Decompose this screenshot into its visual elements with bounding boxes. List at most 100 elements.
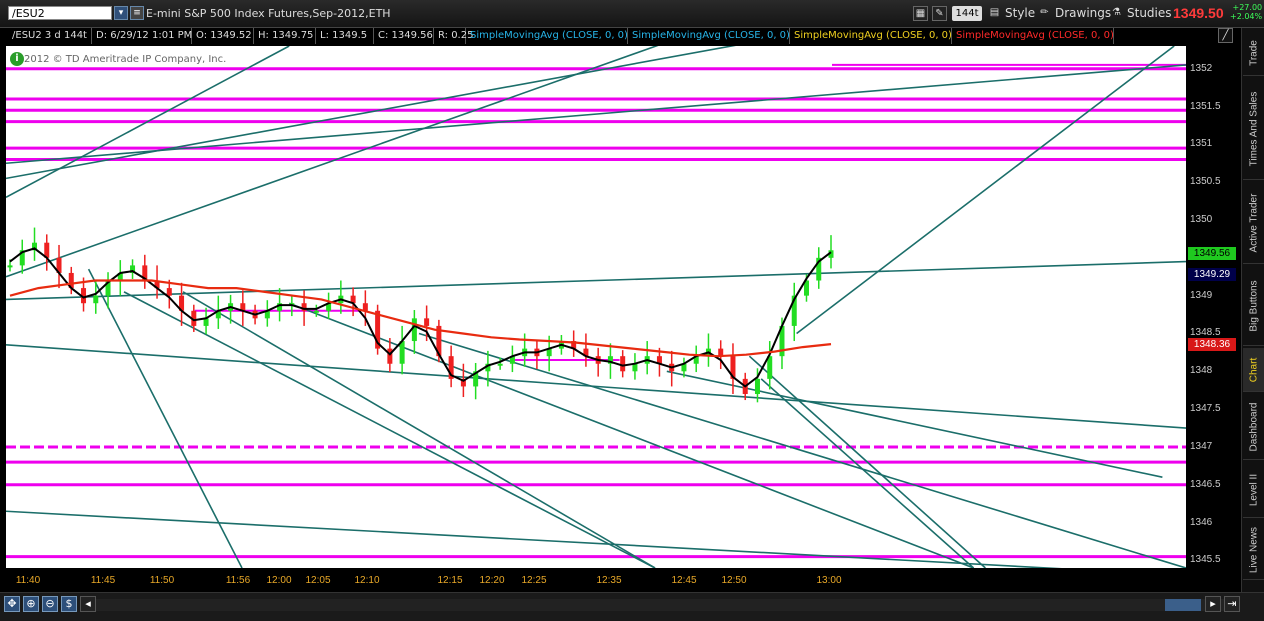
chart-canvas: [6, 46, 1186, 568]
y-tick-label: 1348.5: [1190, 327, 1221, 339]
info-low: L: 1349.5: [316, 28, 374, 44]
chart-tools-icon[interactable]: ╱: [1218, 28, 1233, 43]
info-range: R: 0.25: [434, 28, 473, 44]
side-tab-label: Dashboard: [1248, 402, 1259, 451]
candle-body-31: [387, 348, 393, 364]
scroll-left-icon[interactable]: ◂: [80, 596, 96, 612]
symbol-menu-icon[interactable]: ≡: [130, 6, 144, 20]
candle-body-32: [399, 341, 405, 364]
percent-change: +2.04%: [1230, 12, 1263, 21]
y-tick-label: 1347.5: [1190, 403, 1221, 415]
side-tab-label: Level II: [1248, 473, 1259, 506]
side-panel-tabs: Trade Times And Sales Active Trader Big But…: [1241, 28, 1264, 592]
candle-body-40: [497, 363, 503, 366]
wrench-icon[interactable]: ✎: [932, 6, 947, 21]
side-tab-active-trader[interactable]: Active Trader: [1243, 182, 1264, 264]
dollar-icon[interactable]: $: [61, 596, 77, 612]
studies-icon[interactable]: ⚗: [1109, 6, 1124, 21]
style-menu-button[interactable]: Style: [1005, 6, 1035, 20]
x-tick-label: 12:05: [305, 575, 331, 586]
candle-body-13: [166, 288, 172, 296]
x-tick-label: 11:56: [225, 575, 251, 586]
side-tab-label: Chart: [1248, 357, 1259, 382]
side-tab-label: Big Buttons: [1248, 279, 1259, 332]
side-tab-live-news[interactable]: Live News: [1243, 520, 1264, 580]
y-tick-label: 1345.5: [1190, 554, 1221, 566]
chart-info-bar: /ESU2 3 d 144t D: 6/29/12 1:01 PM O: 134…: [8, 28, 1184, 44]
x-tick-label: 12:45: [671, 575, 697, 586]
pencil-icon[interactable]: ✏: [1037, 6, 1052, 21]
y-tick-label: 1346: [1190, 516, 1213, 528]
side-tab-trade[interactable]: Trade: [1243, 30, 1264, 76]
aggregation-selector[interactable]: 144t: [952, 6, 982, 21]
side-tab-label: Times And Sales: [1248, 91, 1259, 166]
study-label-4[interactable]: SimpleMovingAvg (CLOSE, 0, 0): [952, 28, 1114, 44]
x-tick-label: 13:00: [816, 575, 842, 586]
price-axis[interactable]: 1352 1351.5 1351 1350.5 1350 1349 1348.5 1348 13…: [1186, 46, 1240, 568]
candle-body-34: [424, 318, 430, 326]
copyright-text: 2012 © TD Ameritrade IP Company, Inc.: [24, 54, 227, 65]
drawings-menu-button[interactable]: Drawings: [1055, 6, 1111, 20]
last-price: 1349.50: [1173, 5, 1224, 21]
info-high: H: 1349.75: [254, 28, 316, 44]
y-tick-label: 1349: [1190, 289, 1213, 301]
y-tick-label: 1347: [1190, 440, 1213, 452]
candle-body-61: [754, 378, 760, 394]
x-tick-label: 11:45: [90, 575, 116, 586]
candle-body-33: [411, 318, 417, 342]
trendline-5: [6, 46, 659, 278]
pan-icon[interactable]: ✥: [4, 596, 20, 612]
y-tick-label: 1348: [1190, 365, 1213, 377]
price-label-last: 1349.56: [1188, 247, 1236, 261]
x-tick-label: 11:40: [15, 575, 41, 586]
zoom-out-icon[interactable]: ⊖: [42, 596, 58, 612]
x-tick-label: 12:35: [596, 575, 622, 586]
candle-body-50: [620, 356, 626, 372]
price-label-sma-red: 1348.36: [1188, 338, 1236, 352]
info-close: C: 1349.56: [374, 28, 434, 44]
symbol-input[interactable]: /ESU2: [8, 6, 112, 20]
scroll-end-icon[interactable]: ⇥: [1224, 596, 1240, 612]
x-tick-label: 12:50: [721, 575, 747, 586]
bottom-controls: ✥ ⊕ ⊖ $ ◂ ▸ ⇥: [0, 592, 1264, 621]
trendline-8: [123, 291, 656, 568]
trendline-10: [288, 302, 974, 568]
price-label-sma-black: 1349.29: [1188, 267, 1236, 281]
price-chart[interactable]: [6, 46, 1186, 568]
side-tab-times-and-sales[interactable]: Times And Sales: [1243, 78, 1264, 180]
study-label-3[interactable]: SimpleMovingAvg (CLOSE, 0, 0): [790, 28, 952, 44]
time-axis[interactable]: 11:40 11:45 11:50 11:56 12:00 12:05 12:10 12:15…: [6, 568, 1186, 592]
trendline-9: [182, 291, 656, 568]
info-datetime: D: 6/29/12 1:01 PM: [92, 28, 192, 44]
side-tab-big-buttons[interactable]: Big Buttons: [1243, 266, 1264, 346]
studies-menu-button[interactable]: Studies: [1127, 6, 1172, 20]
top-toolbar: /ESU2 ▾ ≡ E-mini S&P 500 Index Futures,S…: [0, 0, 1264, 28]
net-change: +27.00: [1232, 3, 1263, 12]
horizontal-scrollbar[interactable]: [96, 599, 1236, 611]
y-tick-label: 1352: [1190, 62, 1213, 74]
side-tab-label: Trade: [1248, 39, 1259, 66]
scroll-right-icon[interactable]: ▸: [1205, 596, 1221, 612]
x-tick-label: 12:10: [354, 575, 380, 586]
trendline-15: [796, 46, 1175, 335]
x-tick-label: 12:15: [437, 575, 463, 586]
side-tab-level-ii[interactable]: Level II: [1243, 462, 1264, 518]
symbol-dropdown-button[interactable]: ▾: [114, 6, 128, 20]
candle-body-25: [313, 310, 319, 313]
trendline-14: [760, 378, 975, 568]
candle-body-0: [7, 265, 13, 268]
zoom-in-icon[interactable]: ⊕: [23, 596, 39, 612]
candle-body-7: [93, 295, 99, 304]
chart-settings-icon[interactable]: ▦: [913, 6, 928, 21]
study-label-2[interactable]: SimpleMovingAvg (CLOSE, 0, 0): [628, 28, 790, 44]
study-label-1[interactable]: SimpleMovingAvg (CLOSE, 0, 0): [466, 28, 628, 44]
side-tab-label: Active Trader: [1248, 193, 1259, 252]
y-tick-label: 1350: [1190, 214, 1213, 225]
trendline-11: [418, 332, 1186, 568]
info-icon[interactable]: i: [10, 52, 24, 66]
instrument-description: E-mini S&P 500 Index Futures,Sep-2012,ET…: [146, 7, 391, 20]
side-tab-dashboard[interactable]: Dashboard: [1243, 394, 1264, 460]
scrollbar-thumb[interactable]: [1165, 599, 1201, 611]
style-icon[interactable]: ▤: [987, 6, 1002, 21]
side-tab-chart[interactable]: Chart: [1243, 348, 1264, 392]
